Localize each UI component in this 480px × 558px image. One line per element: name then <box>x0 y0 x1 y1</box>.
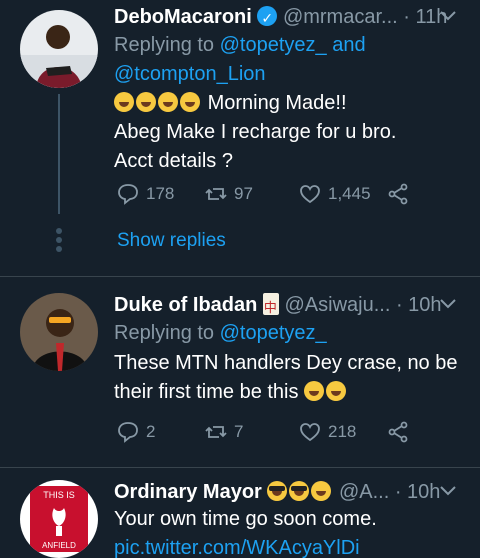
kissing-emoji-icon <box>311 481 332 501</box>
retweet-icon <box>205 188 227 200</box>
chevron-down-icon[interactable] <box>436 4 460 28</box>
mention-and[interactable]: and <box>332 34 365 56</box>
laughing-emoji-icon <box>136 92 156 112</box>
laughing-emoji-icon <box>326 381 347 401</box>
like-count: 1,445 <box>328 184 371 203</box>
display-name[interactable]: Duke of Ibadan <box>114 294 257 316</box>
avatar-text-bottom: ANFIELD <box>42 541 76 550</box>
timestamp[interactable]: · 10h <box>396 294 442 316</box>
like-button[interactable]: 218 <box>298 417 356 447</box>
handle[interactable]: @mrmacar... <box>283 6 398 28</box>
tweet-1[interactable]: DeboMacaroni @mrmacar... · 11h Replying … <box>0 0 480 276</box>
retweet-button[interactable]: 7 <box>204 417 243 447</box>
like-count: 218 <box>328 422 357 441</box>
reply-count: 178 <box>146 184 175 203</box>
sunglasses-emoji-icon <box>267 481 288 501</box>
replying-prefix: Replying to <box>114 34 215 56</box>
thread-line <box>58 94 60 214</box>
laughing-emoji-icon <box>158 92 178 112</box>
display-name[interactable]: DeboMacaroni <box>114 6 252 28</box>
tweet-text: These MTN handlers Dey crase, no be thei… <box>114 349 460 407</box>
laughing-emoji-icon <box>304 381 325 401</box>
tweet-text-line: Your own time go soon come. <box>114 508 377 530</box>
tweet-text-line: their first time be this <box>114 381 299 403</box>
reply-button[interactable]: 2 <box>116 417 155 447</box>
retweet-icon <box>205 426 227 438</box>
reply-button[interactable]: 178 <box>116 179 174 209</box>
handle[interactable]: @A... <box>339 481 389 503</box>
tweet-text-line: Abeg Make I recharge for u bro. <box>114 121 397 143</box>
retweet-button[interactable]: 97 <box>204 179 253 209</box>
tweet-text: Your own time go soon come. pic.twitter.… <box>114 505 460 558</box>
timestamp[interactable]: · 10h <box>395 481 441 503</box>
share-icon <box>388 183 408 205</box>
replying-to: Replying to @topetyez_ <box>114 319 460 348</box>
mahjong-tile-icon <box>262 293 279 324</box>
share-button[interactable] <box>386 417 410 447</box>
avatar-text-top: THIS IS <box>43 490 75 500</box>
heart-icon <box>300 423 320 442</box>
avatar[interactable]: THIS IS ANFIELD <box>20 480 98 558</box>
tweet-text-line: Acct details ? <box>114 150 233 172</box>
show-replies-link[interactable]: Show replies <box>117 230 226 252</box>
chevron-down-icon[interactable] <box>436 292 460 316</box>
tweet-actions: 2 7 218 <box>114 417 434 447</box>
retweet-count: 7 <box>234 422 244 441</box>
media-link[interactable]: pic.twitter.com/WKAcyaYlDi <box>114 537 360 558</box>
like-button[interactable]: 1,445 <box>298 179 371 209</box>
sunglasses-emoji-icon <box>289 481 310 501</box>
replying-prefix: Replying to <box>114 322 215 344</box>
tweet-text: Morning Made!! Abeg Make I recharge for … <box>114 89 460 176</box>
handle[interactable]: @Asiwaju... <box>284 294 390 316</box>
chevron-down-icon[interactable] <box>436 479 460 503</box>
share-button[interactable] <box>386 179 410 209</box>
retweet-count: 97 <box>234 184 253 203</box>
tweet-2[interactable]: Duke of Ibadan @Asiwaju... · 10h Replyin… <box>0 277 480 467</box>
avatar[interactable] <box>20 293 98 371</box>
tweet-header: Duke of Ibadan @Asiwaju... · 10h <box>114 290 460 324</box>
thread-dots <box>56 228 62 255</box>
tweet-header: DeboMacaroni @mrmacar... · 11h <box>114 2 460 33</box>
verified-badge-icon <box>257 3 278 33</box>
mention-link[interactable]: @topetyez_ <box>220 34 327 56</box>
reply-icon <box>118 184 138 205</box>
avatar[interactable] <box>20 10 98 88</box>
mention-link[interactable]: @tcompton_Lion <box>114 63 266 85</box>
tweet-3[interactable]: THIS IS ANFIELD Ordinary Mayor @A... · 1… <box>0 468 480 558</box>
share-icon <box>388 421 408 443</box>
tweet-text-line: Morning Made!! <box>207 92 347 114</box>
display-name[interactable]: Ordinary Mayor <box>114 481 262 503</box>
replying-to: Replying to @topetyez_ and @tcompton_Lio… <box>114 31 460 89</box>
tweet-actions: 178 97 1,445 <box>114 179 434 209</box>
tweet-text-line: These MTN handlers Dey crase, no be <box>114 352 458 374</box>
mention-link[interactable]: @topetyez_ <box>220 322 327 344</box>
laughing-emoji-icon <box>114 92 134 112</box>
tweet-header: Ordinary Mayor @A... · 10h <box>114 477 460 507</box>
heart-icon <box>300 185 320 204</box>
laughing-emoji-icon <box>180 92 200 112</box>
reply-count: 2 <box>146 422 156 441</box>
reply-icon <box>118 422 138 443</box>
